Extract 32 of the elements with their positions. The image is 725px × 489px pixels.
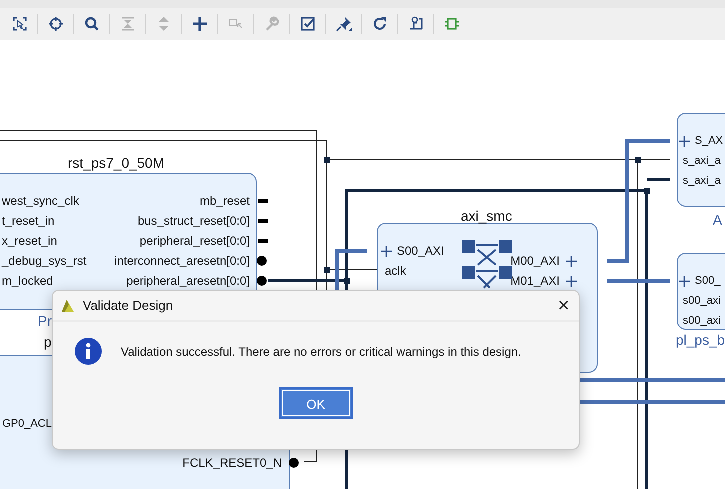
port-label: M00_AXI [510,254,560,268]
port-label: m_locked [2,274,54,288]
port-label: M01_AXI [510,274,560,288]
dialog-message: Validation successful. There are no errors or critical warnings in this design. [121,344,522,360]
port-label: aclk [385,264,406,278]
ok-button[interactable]: OK [279,387,353,419]
port-label: west_sync_clk [2,194,80,208]
port-label: GP0_ACL [2,417,52,431]
block-name: Pr [38,312,52,331]
block-name: A [713,211,722,230]
port-label: S_AX [695,134,724,148]
dialog-title: Validate Design [83,296,174,315]
port-label: FCLK_RESET0_N [182,456,282,470]
port-label: interconnect_aresetn[0:0] [114,254,250,268]
port-label: s_axi_a [683,174,721,188]
port-label: x_reset_in [2,234,58,248]
block-title: p [44,333,52,352]
port-label: t_reset_in [2,214,55,228]
port-label: peripheral_reset[0:0] [140,234,250,248]
block-name: pl_ps_b [676,331,725,350]
block-title: axi_smc [461,207,512,226]
block-title: rst_ps7_0_50M [68,154,165,173]
close-button[interactable]: × [549,296,579,316]
port-label: _debug_sys_rst [2,254,87,268]
port-label: s_axi_a [683,154,721,168]
port-label: mb_reset [200,194,250,208]
port-label: peripheral_aresetn[0:0] [126,274,250,288]
port-label: bus_struct_reset[0:0] [138,214,250,228]
port-label: S00_AXI [397,244,444,258]
port-label: S00_ [695,274,721,288]
port-label: s00_axi [683,294,721,308]
port-label: s00_axi [683,314,721,328]
